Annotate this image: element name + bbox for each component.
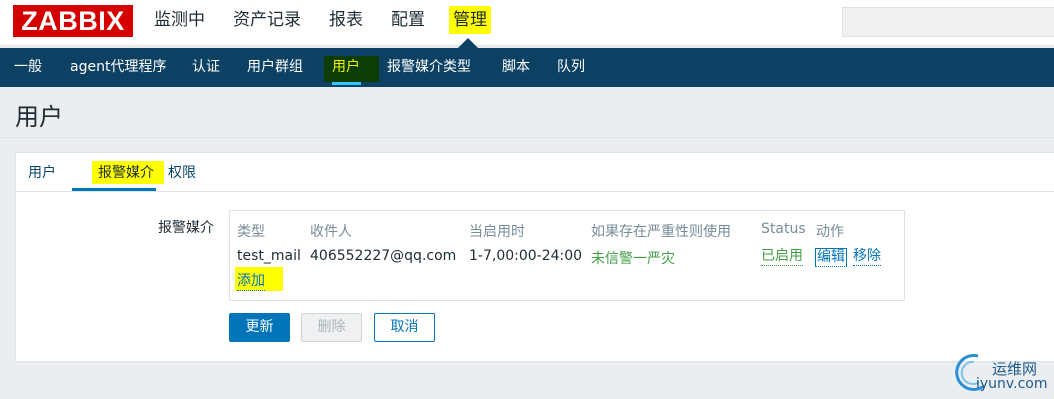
col-recipient: 收件人 bbox=[310, 224, 352, 240]
media-recipient: 406552227@qq.com bbox=[310, 248, 457, 264]
tab-user[interactable]: 用户 bbox=[28, 162, 56, 182]
active-subnav-underline bbox=[332, 82, 361, 85]
cancel-button[interactable]: 取消 bbox=[374, 313, 435, 342]
edit-media-link[interactable]: 编辑 bbox=[815, 248, 847, 267]
subnav-queue[interactable]: 队列 bbox=[557, 48, 585, 87]
tab-permissions[interactable]: 权限 bbox=[168, 162, 196, 182]
subnav-authentication[interactable]: 认证 bbox=[192, 48, 220, 87]
watermark: 运维网 iyunv.com bbox=[948, 348, 1054, 399]
active-tab-underline bbox=[72, 188, 156, 191]
subnav-proxies[interactable]: agent代理程序 bbox=[70, 48, 166, 87]
sub-nav: 一般 agent代理程序 认证 用户群组 用户 报警媒介类型 脚本 队列 bbox=[0, 48, 1054, 87]
media-severity: 未信警一严灾 bbox=[591, 251, 675, 267]
main-nav: 监测中 资产记录 报表 配置 管理 bbox=[150, 6, 511, 34]
watermark-domain: iyunv.com bbox=[976, 376, 1048, 392]
delete-button[interactable]: 删除 bbox=[301, 313, 362, 342]
update-button[interactable]: 更新 bbox=[229, 313, 290, 342]
subnav-media-types[interactable]: 报警媒介类型 bbox=[387, 48, 471, 87]
col-when-active: 当启用时 bbox=[469, 224, 525, 240]
add-media-link[interactable]: 添加 bbox=[237, 273, 265, 291]
nav-inventory[interactable]: 资产记录 bbox=[229, 6, 305, 34]
status-enabled-link[interactable]: 已启用 bbox=[761, 248, 803, 266]
top-header: ZABBIX 监测中 资产记录 报表 配置 管理 bbox=[0, 0, 1054, 46]
zabbix-logo[interactable]: ZABBIX bbox=[13, 5, 133, 37]
media-field-label: 报警媒介 bbox=[158, 220, 214, 236]
subnav-general[interactable]: 一般 bbox=[14, 48, 42, 87]
nav-reports[interactable]: 报表 bbox=[325, 6, 367, 34]
nav-monitoring[interactable]: 监测中 bbox=[150, 6, 209, 34]
form-tabs: 用户 报警媒介 权限 bbox=[16, 153, 1054, 192]
media-type: test_mail bbox=[237, 248, 301, 264]
col-type: 类型 bbox=[237, 224, 265, 240]
col-severity: 如果存在严重性则使用 bbox=[591, 224, 731, 240]
tab-media[interactable]: 报警媒介 bbox=[98, 162, 154, 182]
col-action: 动作 bbox=[816, 224, 844, 240]
page-title: 用户 bbox=[15, 103, 63, 131]
media-table: 类型 收件人 当启用时 如果存在严重性则使用 Status 动作 test_ma… bbox=[229, 210, 905, 301]
subnav-user-groups[interactable]: 用户群组 bbox=[247, 48, 303, 87]
page-header: 用户 bbox=[0, 87, 1054, 138]
user-form: 用户 报警媒介 权限 报警媒介 类型 收件人 当启用时 如果存在严重性则使用 S… bbox=[15, 152, 1054, 362]
col-status: Status bbox=[761, 221, 806, 237]
media-when-active: 1-7,00:00-24:00 bbox=[469, 248, 583, 264]
nav-administration[interactable]: 管理 bbox=[449, 6, 491, 34]
active-nav-indicator bbox=[458, 38, 478, 48]
remove-media-link[interactable]: 移除 bbox=[853, 248, 881, 266]
subnav-scripts[interactable]: 脚本 bbox=[502, 48, 530, 87]
nav-configuration[interactable]: 配置 bbox=[387, 6, 429, 34]
search-input[interactable] bbox=[842, 7, 1054, 37]
